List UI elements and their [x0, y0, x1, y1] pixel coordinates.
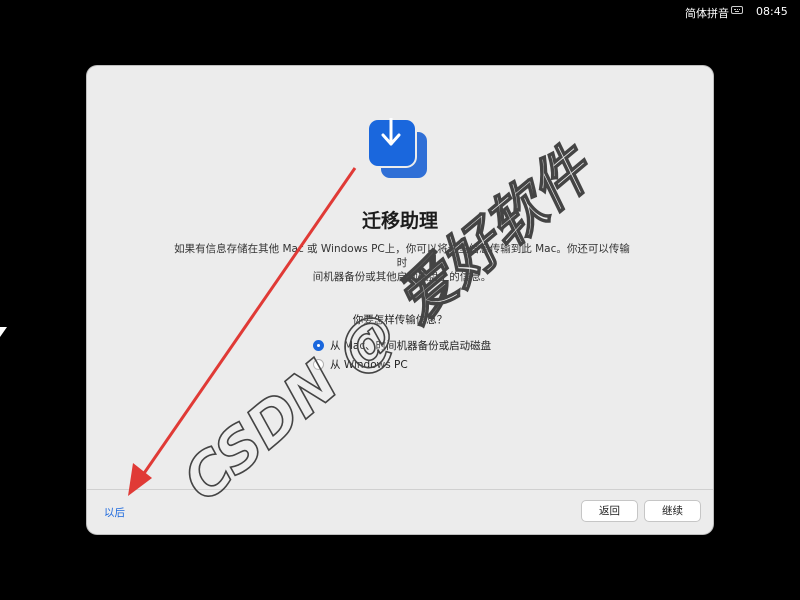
menubar-clock[interactable]: 08:45 [756, 5, 788, 18]
radio-button-unselected[interactable] [313, 359, 324, 370]
radio-label-windows[interactable]: 从 Windows PC [330, 357, 408, 372]
radio-label-mac[interactable]: 从 Mac、时间机器备份或启动磁盘 [330, 338, 491, 353]
radio-option-windows[interactable]: 从 Windows PC [313, 357, 408, 372]
description-line-1: 如果有信息存储在其他 Mac 或 Windows PC上，你可以将这些信息传输到… [174, 243, 630, 269]
page-title: 迁移助理 [361, 210, 438, 232]
radio-button-selected[interactable] [313, 340, 324, 351]
migration-assistant-window: 迁移助理 如果有信息存储在其他 Mac 或 Windows PC上，你可以将这些… [87, 66, 713, 534]
download-arrow-icon [381, 118, 401, 146]
migration-assistant-icon [367, 118, 431, 182]
footer-divider [87, 489, 713, 490]
menubar: 简体拼音 08:45 [0, 0, 800, 24]
description-text: 如果有信息存储在其他 Mac 或 Windows PC上，你可以将这些信息传输到… [172, 242, 632, 284]
keyboard-icon[interactable] [731, 6, 743, 14]
later-link[interactable]: 以后 [104, 505, 125, 520]
continue-button[interactable]: 继续 [644, 500, 701, 522]
radio-option-mac[interactable]: 从 Mac、时间机器备份或启动磁盘 [313, 338, 491, 353]
description-line-2: 间机器备份或其他启动磁盘上的信息。 [312, 271, 492, 283]
transfer-question: 你要怎样传输信息？ [352, 314, 448, 326]
input-method-label[interactable]: 简体拼音 [685, 5, 729, 21]
back-button[interactable]: 返回 [581, 500, 638, 522]
